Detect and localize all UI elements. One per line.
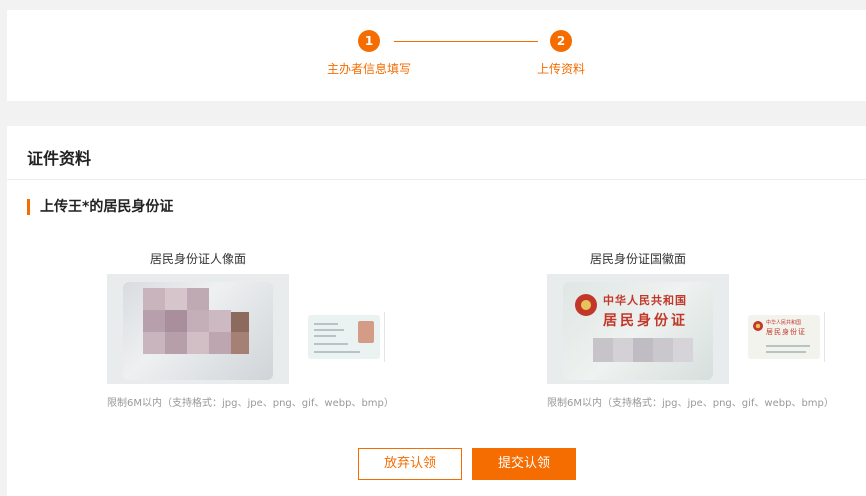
- step-2-number: 2: [550, 30, 572, 52]
- upload-portrait-area[interactable]: [107, 274, 289, 384]
- divider: [7, 179, 866, 180]
- sample-emblem-line-2: 居民身份证: [766, 328, 806, 336]
- step-2: 2 上传资料: [501, 30, 621, 77]
- national-emblem-icon: [575, 294, 597, 316]
- step-1-number: 1: [358, 30, 380, 52]
- upload-emblem-side: 居民身份证国徽面 中华人民共和国 居民身份证 中华人民共和国 居民身份证 限制6…: [547, 252, 847, 409]
- sample-emblem-icon: [753, 321, 763, 331]
- sample-portrait-photo: [358, 321, 374, 343]
- card-title: 证件资料: [27, 149, 92, 168]
- portrait-photo-preview: [123, 282, 273, 380]
- upload-emblem-area[interactable]: 中华人民共和国 居民身份证: [547, 274, 729, 384]
- sample-emblem-line-1: 中华人民共和国: [766, 320, 802, 326]
- upload-portrait-hint: 限制6M以内（支持格式：jpg、jpe、png、gif、webp、bmp）: [107, 398, 394, 409]
- emblem-line-2: 居民身份证: [603, 313, 688, 329]
- emblem-sample-thumbnail: 中华人民共和国 居民身份证: [745, 312, 825, 362]
- upload-emblem-title: 居民身份证国徽面: [589, 252, 686, 266]
- submit-claim-button[interactable]: 提交认领: [472, 448, 576, 480]
- documents-card: 证件资料 上传王*的居民身份证 居民身份证人像面 限制6M以内（支持格式：jpg…: [7, 126, 866, 496]
- step-2-label: 上传资料: [536, 62, 585, 76]
- progress-steps: 1 主办者信息填写 2 上传资料: [7, 10, 866, 101]
- step-1-label: 主办者信息填写: [326, 62, 411, 76]
- upload-emblem-hint: 限制6M以内（支持格式：jpg、jpe、png、gif、webp、bmp）: [547, 398, 834, 409]
- upload-portrait-title: 居民身份证人像面: [149, 252, 246, 266]
- section-title: 上传王*的居民身份证: [27, 199, 173, 215]
- emblem-line-1: 中华人民共和国: [603, 294, 687, 307]
- mosaic-blur: [593, 338, 703, 362]
- mosaic-blur: [143, 288, 253, 370]
- step-1: 1 主办者信息填写: [309, 30, 429, 77]
- upload-portrait-side: 居民身份证人像面 限制6M以内（支持格式：jpg、jpe、png、gif、web…: [107, 252, 407, 409]
- abandon-claim-button[interactable]: 放弃认领: [358, 448, 462, 480]
- emblem-photo-preview: 中华人民共和国 居民身份证: [563, 282, 713, 380]
- portrait-sample-thumbnail: [305, 312, 385, 362]
